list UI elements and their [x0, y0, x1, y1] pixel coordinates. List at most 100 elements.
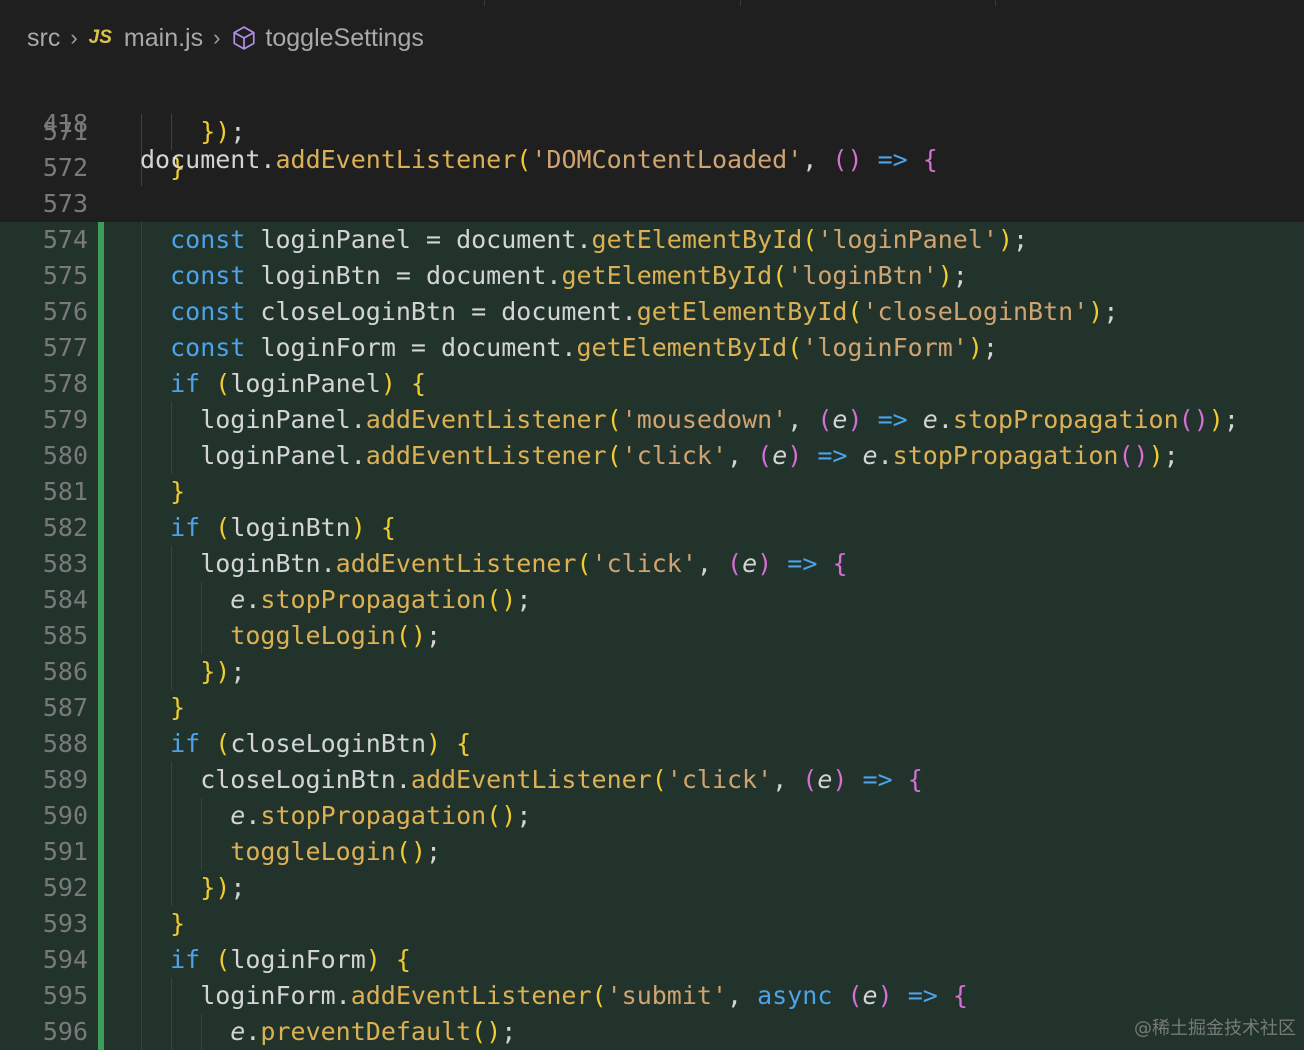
indent-guide	[171, 978, 173, 1014]
indent-guide	[201, 1014, 203, 1050]
line-number: 594	[42, 945, 88, 974]
indent-guide	[141, 834, 142, 870]
line-number: 588	[42, 729, 88, 758]
indent-guide	[201, 618, 203, 654]
line-number: 590	[42, 801, 88, 830]
code-text: });	[200, 873, 246, 902]
code-line[interactable]: 574 const loginPanel = document.getElemen…	[0, 222, 1304, 258]
code-line[interactable]: 578 if (loginPanel) {	[0, 366, 1304, 402]
code-line[interactable]: 585 toggleLogin();	[0, 618, 1304, 654]
indent-guide	[141, 582, 142, 618]
breadcrumb-symbol[interactable]: toggleSettings	[265, 24, 423, 53]
tab-divider	[995, 0, 996, 6]
line-number: 585	[42, 621, 88, 650]
code-text: e.stopPropagation();	[230, 585, 532, 614]
line-number: 591	[42, 837, 88, 866]
line-number: 589	[42, 765, 88, 794]
code-text: loginPanel.addEventListener('click', (e)…	[200, 441, 1179, 470]
code-line[interactable]: 580 loginPanel.addEventListener('click', …	[0, 438, 1304, 474]
code-text: e.preventDefault();	[230, 1017, 517, 1046]
code-line[interactable]: 593}	[0, 906, 1304, 942]
code-line[interactable]: 596 e.preventDefault();	[0, 1014, 1304, 1050]
line-number: 587	[42, 693, 88, 722]
code-text: }	[170, 909, 186, 938]
code-text: e.stopPropagation();	[230, 801, 532, 830]
code-text: loginPanel.addEventListener('mousedown',…	[200, 405, 1239, 434]
indent-guide	[141, 474, 142, 510]
indent-guide	[171, 762, 173, 798]
code-text: closeLoginBtn.addEventListener('click', …	[200, 765, 923, 794]
breadcrumb-folder[interactable]: src	[27, 24, 60, 53]
indent-guide	[201, 798, 203, 834]
indent-guide	[141, 222, 142, 258]
code-line[interactable]: 583 loginBtn.addEventListener('click', (e…	[0, 546, 1304, 582]
chevron-right-icon: ›	[213, 25, 221, 50]
line-number: 592	[42, 873, 88, 902]
indent-guide	[201, 582, 203, 618]
indent-guide	[141, 1014, 142, 1050]
code-line[interactable]: 587}	[0, 690, 1304, 726]
code-line[interactable]: 582 if (loginBtn) {	[0, 510, 1304, 546]
code-text: }	[170, 477, 186, 506]
line-number: 577	[42, 333, 88, 362]
line-number: 584	[42, 585, 88, 614]
code-line[interactable]: 579 loginPanel.addEventListener('mousedow…	[0, 402, 1304, 438]
watermark: @稀土掘金技术社区	[1134, 1018, 1296, 1039]
indent-guide	[171, 654, 173, 690]
line-number: 586	[42, 657, 88, 686]
indent-guide	[141, 690, 142, 726]
code-text: const loginPanel = document.getElementBy…	[170, 225, 1029, 254]
code-line[interactable]: 576 const closeLoginBtn = document.getEle…	[0, 294, 1304, 330]
indent-guide	[171, 402, 173, 438]
code-editor[interactable]: 418 document.addEventListener('DOMConten…	[0, 70, 1304, 1050]
code-line[interactable]: 586});	[0, 654, 1304, 690]
sticky-scroll-line[interactable]: 418 document.addEventListener('DOMConten…	[0, 70, 1304, 174]
code-line[interactable]: 591 toggleLogin();	[0, 834, 1304, 870]
code-line[interactable]: 592});	[0, 870, 1304, 906]
line-number: 578	[42, 369, 88, 398]
indent-guide	[141, 906, 142, 942]
code-line[interactable]: 595 loginForm.addEventListener('submit', …	[0, 978, 1304, 1014]
code-line[interactable]: 588 if (closeLoginBtn) {	[0, 726, 1304, 762]
line-number: 596	[42, 1017, 88, 1046]
indent-guide	[171, 870, 173, 906]
breadcrumb: src › JS main.js › toggleSettings	[0, 14, 1304, 62]
indent-guide	[141, 510, 142, 546]
code-line[interactable]: 581}	[0, 474, 1304, 510]
indent-guide	[171, 618, 173, 654]
code-line[interactable]: 590 e.stopPropagation();	[0, 798, 1304, 834]
code-line[interactable]: 575 const loginBtn = document.getElementB…	[0, 258, 1304, 294]
code-text: toggleLogin();	[230, 621, 442, 650]
code-text: const closeLoginBtn = document.getElemen…	[170, 297, 1119, 326]
code-text: if (loginForm) {	[170, 945, 411, 974]
code-line[interactable]: 594 if (loginForm) {	[0, 942, 1304, 978]
breadcrumb-file[interactable]: main.js	[124, 24, 203, 53]
javascript-file-icon: JS	[88, 27, 112, 48]
method-cube-icon	[233, 26, 256, 50]
indent-guide	[141, 402, 142, 438]
indent-guide	[141, 726, 142, 762]
line-number: 576	[42, 297, 88, 326]
indent-guide	[171, 582, 173, 618]
indent-guide	[141, 294, 142, 330]
code-line[interactable]: 584 e.stopPropagation();	[0, 582, 1304, 618]
indent-guide	[201, 834, 203, 870]
indent-guide	[141, 978, 142, 1014]
line-number: 580	[42, 441, 88, 470]
code-text: loginForm.addEventListener('submit', asy…	[200, 981, 968, 1010]
code-text: const loginBtn = document.getElementById…	[170, 261, 968, 290]
code-line[interactable]: 577 const loginForm = document.getElement…	[0, 330, 1304, 366]
code-text: }	[170, 693, 186, 722]
indent-guide	[141, 546, 142, 582]
indent-guide	[141, 762, 142, 798]
indent-guide	[141, 258, 142, 294]
code-line[interactable]: 573	[0, 186, 1304, 222]
code-text: loginBtn.addEventListener('click', (e) =…	[200, 549, 848, 578]
tab-divider	[740, 0, 741, 6]
indent-guide	[171, 546, 173, 582]
tab-divider	[484, 0, 485, 6]
indent-guide	[141, 798, 142, 834]
indent-guide	[141, 366, 142, 402]
line-number: 583	[42, 549, 88, 578]
code-line[interactable]: 589 closeLoginBtn.addEventListener('click…	[0, 762, 1304, 798]
